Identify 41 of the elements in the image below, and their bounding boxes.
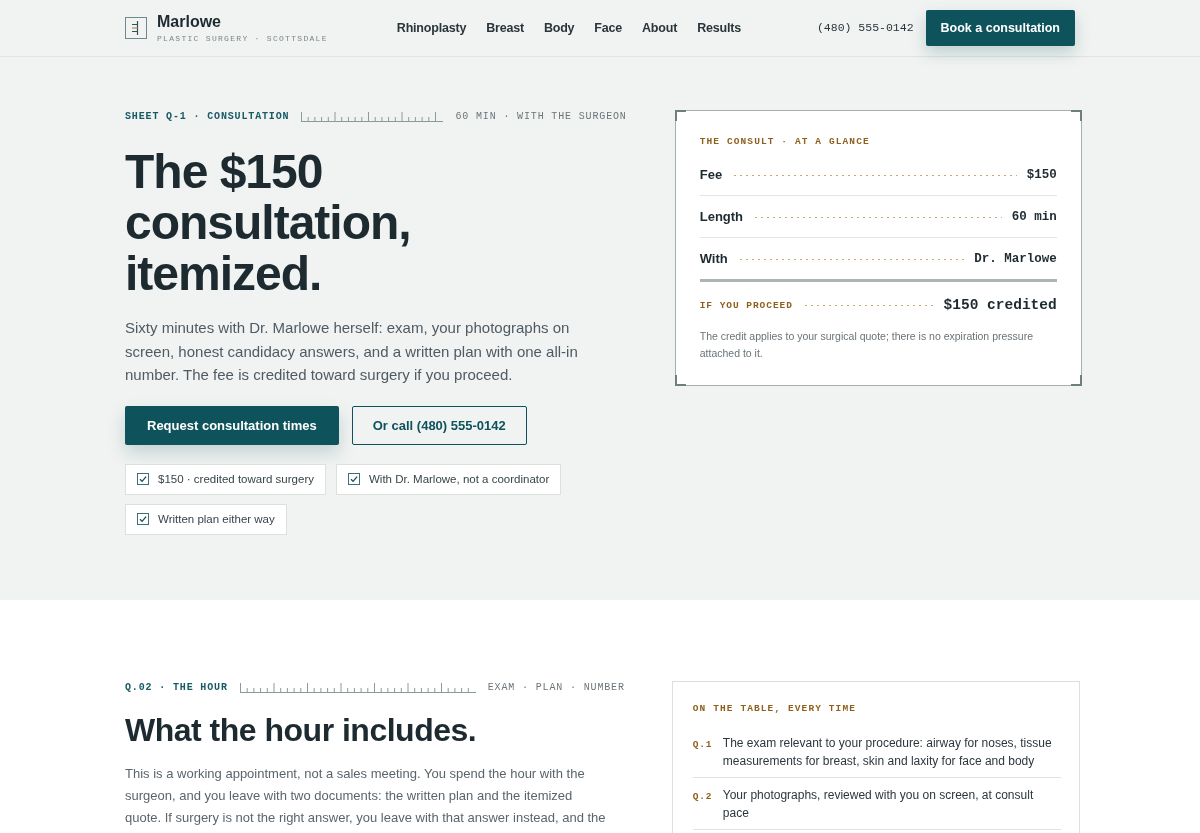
item-marker: Q.2 <box>692 790 714 804</box>
total-label: IF YOU PROCEED <box>699 300 793 312</box>
item-marker: Q.1 <box>692 738 714 752</box>
phone-link[interactable]: (480) 555-0142 <box>816 21 914 35</box>
item-text: Your photographs, reviewed with you on screen, at consult pace <box>722 787 1035 822</box>
card-title: THE CONSULT · AT A GLANCE <box>699 137 871 147</box>
ruler-icon <box>239 683 476 693</box>
section-intro: This is a working appointment, not a sales meeting. You spend the hour with the surgeon, and you leave with two documents: the written plan and the itemized quote. If surgery is not the right answer, you leave with that answer instead, and the <box>125 765 607 827</box>
card-title: ON THE TABLE, EVERY TIME <box>692 704 858 714</box>
row-value: 60 min <box>1011 208 1057 225</box>
nav-link[interactable]: Body <box>543 21 575 35</box>
brand-tagline: PLASTIC SURGERY · SCOTTSDALE <box>157 33 328 44</box>
chip-label: With Dr. Marlowe, not a coordinator <box>368 473 550 485</box>
nav-link[interactable]: Rhinoplasty <box>396 21 467 35</box>
row-label: Fee <box>699 167 723 182</box>
logo-icon[interactable] <box>125 17 147 39</box>
nav-link[interactable]: Results <box>697 21 741 35</box>
row-value: Dr. Marlowe <box>974 250 1057 267</box>
chip-label: Written plan either way <box>158 513 275 525</box>
eyebrow-note: EXAM · PLAN · NUMBER <box>487 681 625 695</box>
eyebrow-label: SHEET Q-1 · CONSULTATION <box>125 110 290 124</box>
request-button[interactable]: Request consultation times <box>125 405 339 445</box>
row-label: With <box>699 251 728 266</box>
hero-intro: Sixty minutes with Dr. Marlowe herself: exam, your photographs on screen, honest candidacy answers, and a written plan with one all-in number. The fee is credited toward surgery if you proceed. <box>125 318 579 385</box>
item-text: The exam relevant to your procedure: airway for noses, tissue measurements for breast, skin and laxity for face and body <box>722 735 1053 770</box>
book-button[interactable]: Book a consultation <box>925 10 1075 46</box>
chip-label: $150 · credited toward surgery <box>158 473 314 485</box>
row-label: Length <box>699 209 744 224</box>
row-value: $150 <box>1026 166 1057 183</box>
card-note: The credit applies to your surgical quote; there is no expiration pressure attached to it. <box>699 329 1034 361</box>
nav-link[interactable]: Face <box>594 21 623 35</box>
eyebrow-label: Q.02 · THE HOUR <box>125 681 228 695</box>
nav-link[interactable]: About <box>642 21 678 35</box>
brand-name: Marlowe <box>157 12 222 31</box>
hero-title: The $150 consultation, itemized. <box>125 146 412 299</box>
eyebrow-note: 60 MIN · WITH THE SURGEON <box>455 110 627 124</box>
nav-link[interactable]: Breast <box>486 21 524 35</box>
ruler-icon <box>301 112 444 122</box>
section-title: What the hour includes. <box>125 711 478 749</box>
total-value: $150 credited <box>943 295 1057 314</box>
call-button[interactable]: Or call (480) 555-0142 <box>351 405 527 445</box>
